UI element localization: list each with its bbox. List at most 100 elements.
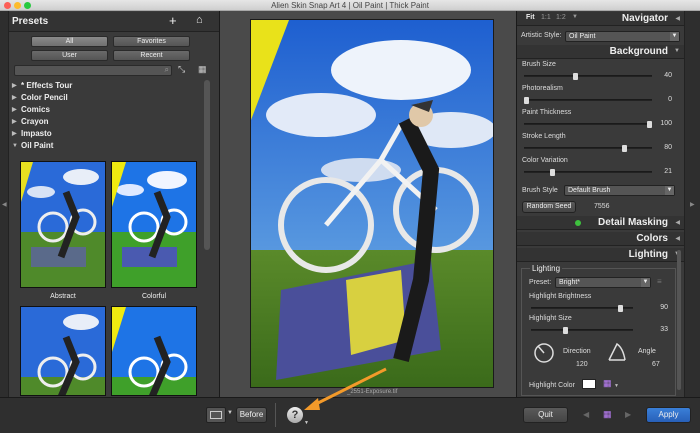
preset-thumbnail-abstract[interactable] xyxy=(20,161,106,288)
grid-view-icon[interactable]: ▦ xyxy=(198,64,207,75)
expand-arrow-icon: ▶ xyxy=(12,131,17,137)
right-panel-collapse[interactable]: ▶ xyxy=(684,11,700,397)
colors-title: Colors xyxy=(636,233,668,244)
filter-all-button[interactable]: All xyxy=(31,36,108,47)
chevron-down-icon[interactable]: ▼ xyxy=(227,410,233,416)
background-title: Background xyxy=(609,46,668,57)
category-color-pencil[interactable]: ▶ Color Pencil xyxy=(11,92,201,104)
category-label: Comics xyxy=(21,105,50,114)
zoom-1-2-button[interactable]: 1:2 xyxy=(556,14,566,21)
quit-button[interactable]: Quit xyxy=(523,407,568,423)
slider-track[interactable] xyxy=(524,73,652,80)
chevron-down-icon: ▼ xyxy=(674,48,680,54)
category-impasto[interactable]: ▶ Impasto xyxy=(11,128,201,140)
filter-user-button[interactable]: User xyxy=(31,50,108,61)
filter-recent-button[interactable]: Recent xyxy=(113,50,190,61)
left-panel-collapse[interactable]: ◀ xyxy=(0,11,9,397)
brush-style-select[interactable]: Default Brush ▼ xyxy=(564,185,675,196)
slider-track[interactable] xyxy=(531,305,633,312)
slider-label: Paint Thickness xyxy=(522,109,572,116)
redo-icon[interactable]: ▶ xyxy=(625,410,631,419)
slider-track[interactable] xyxy=(524,169,652,176)
expand-arrow-icon: ▶ xyxy=(12,83,17,89)
direction-label: Direction xyxy=(563,348,591,355)
thumbnail-image xyxy=(112,162,196,287)
chevron-down-icon[interactable]: ▼ xyxy=(614,383,619,389)
view-mode-button[interactable] xyxy=(206,407,226,423)
preset-menu-icon[interactable]: ≡ xyxy=(657,277,662,286)
presets-header: Presets + ⌂ xyxy=(9,12,219,32)
preview-image[interactable] xyxy=(250,19,494,388)
slider-handle[interactable] xyxy=(563,327,568,334)
lighting-preset-label: Preset: xyxy=(529,279,552,286)
artistic-style-select[interactable]: Oil Paint ▼ xyxy=(565,31,680,42)
slider-track[interactable] xyxy=(524,145,652,152)
slider-label: Highlight Size xyxy=(529,315,572,322)
background-header[interactable]: Background ▼ xyxy=(517,45,684,59)
slider-track[interactable] xyxy=(524,97,652,104)
slider-track[interactable] xyxy=(531,327,633,334)
slider-handle[interactable] xyxy=(549,169,555,176)
colors-header[interactable]: Colors ◀ xyxy=(517,232,684,246)
thumbnail-image xyxy=(112,307,196,395)
compare-grid-icon[interactable]: ▦ xyxy=(603,409,612,420)
highlight-color-swatch[interactable] xyxy=(582,379,596,389)
preset-thumbnail[interactable] xyxy=(20,306,106,396)
thumbnail-image xyxy=(21,162,105,287)
expand-arrow-icon: ▶ xyxy=(12,95,17,101)
settings-scrollbar[interactable] xyxy=(677,250,681,390)
category-label: Oil Paint xyxy=(21,141,54,150)
slider-value: 21 xyxy=(664,168,672,175)
preset-thumbnail-colorful[interactable] xyxy=(111,161,197,288)
preset-search-input[interactable]: ⌕ xyxy=(14,65,172,76)
toolbar-divider xyxy=(275,403,276,427)
slider-value: 33 xyxy=(660,326,668,333)
category-effects-tour[interactable]: ▶ * Effects Tour xyxy=(11,80,201,92)
slider-handle[interactable] xyxy=(622,145,628,152)
angle-value: 67 xyxy=(652,361,660,368)
lighting-preset-select[interactable]: Bright* ▼ xyxy=(555,277,651,288)
add-preset-icon[interactable]: + xyxy=(169,13,177,28)
lighting-group-title: Lighting xyxy=(530,264,563,273)
detail-masking-title: Detail Masking xyxy=(597,217,668,228)
thumbnail-caption: Colorful xyxy=(141,293,167,300)
search-icon: ⌕ xyxy=(164,65,169,74)
zoom-fit-button[interactable]: Fit xyxy=(526,14,535,21)
category-comics[interactable]: ▶ Comics xyxy=(11,104,201,116)
category-oil-paint[interactable]: ▼ Oil Paint xyxy=(11,140,201,152)
undo-icon[interactable]: ◀ xyxy=(583,410,589,419)
home-icon[interactable]: ⌂ xyxy=(196,14,203,26)
slider-handle[interactable] xyxy=(573,73,579,80)
expand-arrow-icon: ▶ xyxy=(12,107,17,113)
chevron-icon: ◀ xyxy=(675,236,680,242)
random-seed-value: 7556 xyxy=(594,203,610,210)
angle-dial-icon[interactable] xyxy=(606,340,628,364)
zoom-menu-icon[interactable]: ▼ xyxy=(572,14,578,20)
direction-dial-icon[interactable] xyxy=(532,341,556,365)
category-crayon[interactable]: ▶ Crayon xyxy=(11,116,201,128)
collapse-all-icon[interactable]: ⤡ xyxy=(178,64,185,75)
random-seed-button[interactable]: Random Seed xyxy=(522,201,576,213)
chevron-icon[interactable]: ◀ xyxy=(675,15,680,22)
slider-handle[interactable] xyxy=(524,97,529,104)
annotation-arrow-icon xyxy=(304,367,387,410)
chevron-down-icon[interactable]: ▼ xyxy=(304,420,309,426)
color-picker-icon[interactable]: ▦ xyxy=(603,378,612,389)
detail-masking-header[interactable]: Detail Masking ◀ xyxy=(517,216,684,230)
lighting-header[interactable]: Lighting ▼ xyxy=(517,248,684,262)
before-button[interactable]: Before xyxy=(236,407,267,423)
thumbnail-image xyxy=(21,307,105,395)
zoom-1-1-button[interactable]: 1:1 xyxy=(541,14,551,21)
presets-scrollbar[interactable] xyxy=(204,80,210,250)
window-title: Alien Skin Snap Art 4 | Oil Paint | Thic… xyxy=(271,1,429,10)
slider-handle[interactable] xyxy=(618,305,624,312)
artistic-style-value: Oil Paint xyxy=(569,33,596,40)
slider-value: 40 xyxy=(664,72,672,79)
slider-track[interactable] xyxy=(524,121,652,128)
navigator-title: Navigator xyxy=(621,13,668,24)
collapse-arrow-icon: ▼ xyxy=(12,143,18,149)
chevron-down-icon: ▼ xyxy=(665,186,674,195)
apply-button[interactable]: Apply xyxy=(646,407,691,423)
filter-favorites-button[interactable]: Favorites xyxy=(113,36,190,47)
preset-thumbnail[interactable] xyxy=(111,306,197,396)
